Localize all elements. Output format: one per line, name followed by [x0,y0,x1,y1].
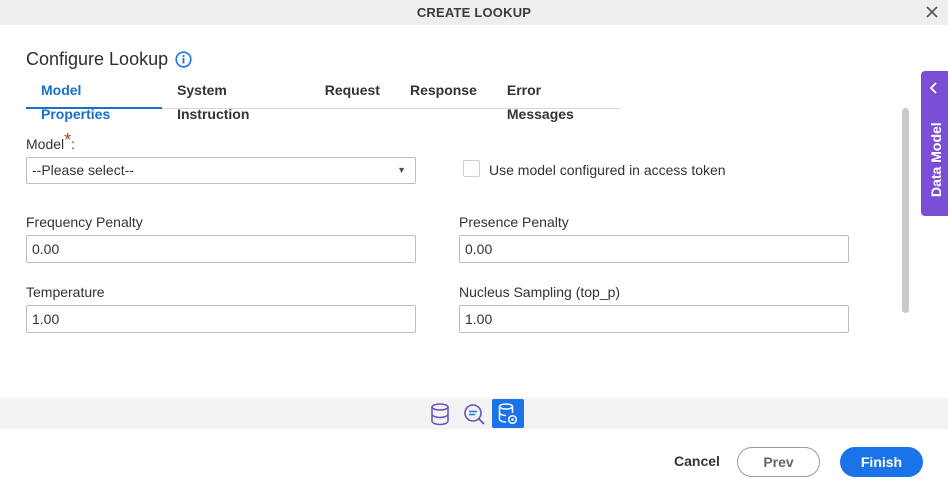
bottom-icon-bar [0,398,948,429]
dropdown-arrow-icon: ▼ [397,165,406,175]
model-label-text: Model [26,136,65,152]
tab-request[interactable]: Request [310,78,395,109]
model-label-suffix: : [71,136,76,152]
model-label: Model*: [26,130,76,154]
cancel-button[interactable]: Cancel [674,453,720,469]
search-button[interactable] [458,399,490,428]
database-settings-icon [498,402,518,424]
frequency-penalty-input[interactable]: 0.00 [26,235,416,263]
use-model-token-checkbox[interactable] [463,160,480,177]
temperature-input[interactable]: 1.00 [26,305,416,333]
temperature-label: Temperature [26,284,105,300]
title-bar: CREATE LOOKUP [0,0,948,25]
data-model-label: Data Model [928,122,944,197]
nucleus-sampling-label: Nucleus Sampling (top_p) [459,284,621,300]
required-mark: * [64,130,72,150]
tab-model-properties[interactable]: Model Properties [26,78,163,122]
chevron-left-icon [929,82,937,94]
page-heading: Configure Lookup [26,49,192,70]
tab-response[interactable]: Response [395,78,492,109]
database-icon [431,402,449,425]
vertical-scrollbar[interactable] [902,108,909,313]
model-select[interactable]: --Please select-- ▼ [26,157,416,184]
nucleus-sampling-input[interactable]: 1.00 [459,305,849,333]
tab-system-instruction[interactable]: System Instruction [162,78,310,122]
prev-button[interactable]: Prev [737,447,820,477]
database-settings-button[interactable] [492,399,524,428]
frequency-penalty-label: Frequency Penalty [26,214,143,230]
database-button[interactable] [424,399,456,428]
search-icon [464,403,485,425]
data-model-panel-toggle[interactable]: Data Model [921,71,948,216]
use-model-token-label: Use model configured in access token [489,162,726,178]
tab-error-messages[interactable]: Error Messages [492,78,620,122]
model-select-value: --Please select-- [32,162,134,178]
close-icon[interactable] [923,3,941,21]
presence-penalty-label: Presence Penalty [459,214,569,230]
finish-button[interactable]: Finish [840,447,923,477]
presence-penalty-input[interactable]: 0.00 [459,235,849,263]
window-title: CREATE LOOKUP [416,5,532,20]
tab-bar: Model Properties System Instruction Requ… [26,78,620,122]
page-title: Configure Lookup [26,49,169,69]
info-icon[interactable] [175,51,192,68]
